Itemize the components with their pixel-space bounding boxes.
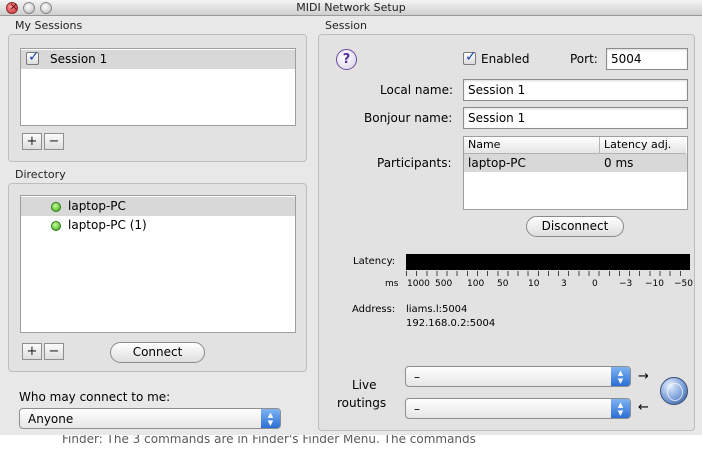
participant-row[interactable]: laptop-PC 0 ms	[464, 154, 687, 172]
latency-ticks	[406, 271, 690, 276]
popup-arrows-icon: ▲ ▼	[611, 399, 630, 418]
online-status-icon	[51, 202, 61, 212]
network-globe-icon	[660, 377, 688, 405]
routing-out-value: –	[414, 402, 420, 416]
popup-arrows-icon: ▲ ▼	[611, 367, 630, 386]
address-line: 192.168.0.2:5004	[406, 318, 496, 329]
directory-item-name: laptop-PC	[68, 199, 126, 213]
title-bar: MIDI Network Setup	[0, 0, 702, 16]
enabled-checkbox[interactable]: ✓	[463, 49, 477, 65]
latency-scale-label: 1000	[407, 279, 430, 289]
latency-scale-label: 10	[528, 279, 540, 289]
latency-scale-label: 50	[497, 279, 509, 289]
local-name-label: Local name:	[380, 83, 453, 97]
participants-label: Participants:	[377, 156, 452, 170]
my-sessions-label: My Sessions	[15, 19, 83, 32]
online-status-icon	[51, 221, 61, 231]
checkmark-icon: ✓	[465, 49, 477, 65]
routing-in-value: –	[414, 370, 420, 384]
port-label: Port:	[570, 52, 598, 66]
participants-latency-header[interactable]: Latency adj.	[600, 137, 686, 154]
popup-arrows-icon: ▲ ▼	[261, 409, 280, 428]
latency-meter	[406, 254, 690, 270]
latency-scale-label: 0	[592, 279, 598, 289]
address-label: Address:	[352, 304, 396, 315]
latency-scale-label: ms	[385, 279, 399, 289]
session-row[interactable]: ✓ Session 1	[21, 49, 295, 69]
who-may-connect-label: Who may connect to me:	[19, 390, 171, 404]
who-may-connect-popup[interactable]: Anyone ▲ ▼	[19, 408, 281, 429]
port-field[interactable]: 5004	[606, 48, 688, 70]
background-text: Finder: The 3 commands are in Finder's F…	[62, 435, 476, 446]
directory-item[interactable]: laptop-PC (1)	[21, 216, 295, 235]
add-directory-button[interactable]: +	[22, 343, 42, 360]
address-line: liams.l:5004	[406, 304, 468, 315]
connect-button[interactable]: Connect	[110, 342, 205, 363]
latency-label: Latency:	[353, 256, 396, 267]
add-session-button[interactable]: +	[22, 133, 42, 150]
live-routings-label: routings	[337, 396, 387, 410]
disconnect-button[interactable]: Disconnect	[526, 216, 624, 237]
latency-scale-label: 500	[435, 279, 453, 289]
latency-scale-label: 3	[561, 279, 567, 289]
help-icon[interactable]: ?	[336, 49, 357, 70]
directory-list[interactable]: laptop-PC laptop-PC (1)	[20, 195, 296, 333]
who-may-connect-value: Anyone	[28, 412, 74, 426]
routing-out-popup[interactable]: – ▲ ▼	[405, 398, 631, 419]
participant-latency: 0 ms	[604, 156, 634, 170]
remove-directory-button[interactable]: −	[44, 343, 64, 360]
session-label: Session	[325, 19, 367, 32]
remove-session-button[interactable]: −	[44, 133, 64, 150]
arrow-left-icon: ←	[638, 400, 649, 415]
latency-scale-label: −10	[645, 279, 664, 289]
enabled-label: Enabled	[481, 52, 530, 66]
latency-scale-label: −50	[674, 279, 693, 289]
background-window-strip: Finder: The 3 commands are in Finder's F…	[0, 435, 702, 449]
directory-item-name: laptop-PC (1)	[68, 218, 147, 232]
live-routings-label: Live	[352, 378, 377, 392]
latency-scale-label: 100	[467, 279, 485, 289]
latency-scale-label: −3	[619, 279, 633, 289]
local-name-field[interactable]: Session 1	[463, 79, 688, 101]
participants-table[interactable]: Name Latency adj. laptop-PC 0 ms	[463, 136, 688, 210]
participant-name: laptop-PC	[468, 156, 526, 170]
bonjour-name-field[interactable]: Session 1	[463, 107, 688, 129]
midi-network-setup-window: MIDI Network Setup My Sessions ✓ Session…	[0, 0, 702, 449]
session-enabled-checkbox[interactable]: ✓	[26, 49, 40, 65]
session-name: Session 1	[50, 52, 108, 66]
my-sessions-group: ✓ Session 1 + −	[8, 34, 307, 162]
directory-item[interactable]: laptop-PC	[21, 197, 295, 216]
routing-in-popup[interactable]: – ▲ ▼	[405, 366, 631, 387]
arrow-right-icon: →	[638, 369, 649, 384]
checkmark-icon: ✓	[28, 49, 40, 65]
sessions-list[interactable]: ✓ Session 1	[20, 48, 296, 126]
bonjour-name-label: Bonjour name:	[364, 111, 453, 125]
participants-name-header[interactable]: Name	[464, 137, 600, 154]
window-title: MIDI Network Setup	[296, 1, 406, 14]
directory-group: laptop-PC laptop-PC (1) + − Connect	[8, 183, 307, 372]
directory-label: Directory	[15, 168, 66, 181]
